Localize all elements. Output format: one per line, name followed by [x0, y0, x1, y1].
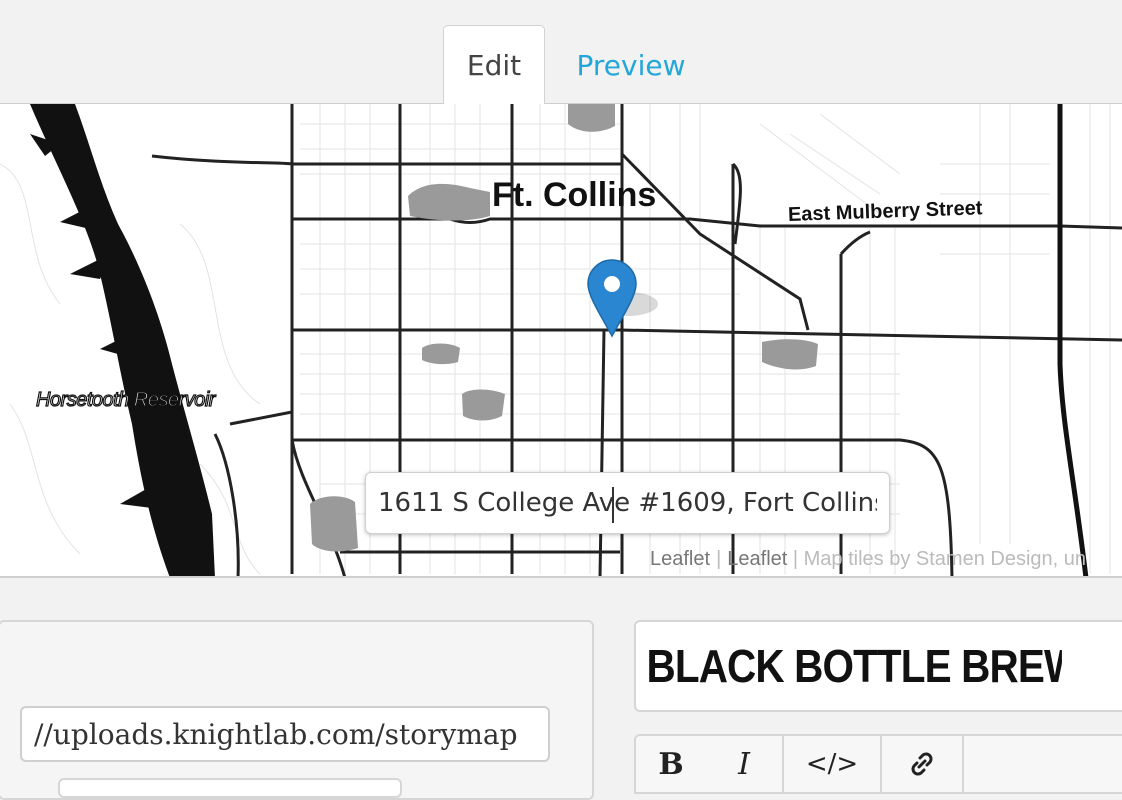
code-button[interactable]: </>	[784, 736, 882, 792]
headline-field[interactable]	[634, 620, 1122, 712]
text-caret	[612, 487, 614, 523]
attribution-tiles-text: | Map tiles by Stamen Design, un	[792, 548, 1087, 570]
bold-button[interactable]: B	[636, 736, 706, 792]
tab-preview[interactable]: Preview	[556, 25, 706, 105]
italic-button[interactable]: I	[706, 736, 784, 792]
tab-edit[interactable]: Edit	[443, 25, 545, 105]
link-button[interactable]	[882, 736, 964, 792]
tabs-bar: Edit Preview	[0, 0, 1122, 105]
media-secondary-field[interactable]	[58, 778, 402, 798]
map-view[interactable]: Ft. Collins East Mulberry Street Horseto…	[0, 104, 1122, 578]
media-url-field[interactable]	[20, 706, 550, 762]
headline-input[interactable]	[636, 622, 1073, 710]
map-label-reservoir: Horsetooth Reservoir	[35, 388, 216, 411]
map-attribution: Leaflet | Leaflet | Map tiles by Stamen De…	[650, 548, 1086, 571]
link-icon	[911, 752, 933, 776]
location-search-input[interactable]	[366, 473, 889, 533]
location-search-box[interactable]	[365, 472, 890, 534]
map-label-city: Ft. Collins	[492, 176, 657, 214]
attribution-link-leaflet-2[interactable]: Leaflet	[727, 548, 787, 570]
attribution-separator: |	[716, 548, 722, 570]
attribution-link-leaflet[interactable]: Leaflet	[650, 548, 710, 570]
editor-toolbar: B I </>	[634, 734, 1122, 794]
media-url-input[interactable]	[22, 708, 548, 760]
